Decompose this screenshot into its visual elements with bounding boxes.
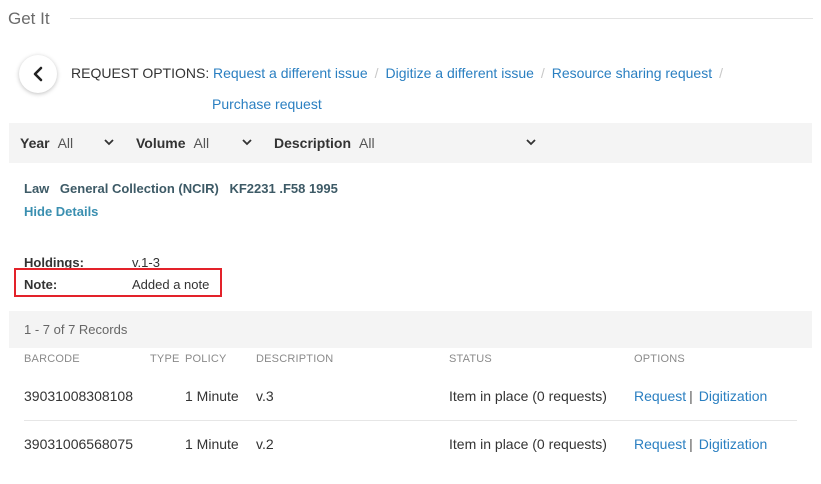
filter-bar: Year All Volume All Description All xyxy=(9,123,812,163)
table-row: 39031008308108 1 Minute v.3 Item in plac… xyxy=(9,388,797,436)
items-table: BARCODE TYPE POLICY DESCRIPTION STATUS O… xyxy=(9,348,812,467)
digitization-link[interactable]: Digitization xyxy=(699,388,767,404)
digitize-different-issue-link[interactable]: Digitize a different issue xyxy=(386,65,534,81)
separator: / xyxy=(374,65,379,81)
separator: / xyxy=(540,65,545,81)
description-filter-label: Description xyxy=(274,135,352,151)
col-header-policy: POLICY xyxy=(185,353,227,365)
status-cell: Item in place (0 requests) xyxy=(449,388,607,404)
description-cell: v.3 xyxy=(256,388,274,404)
row-divider xyxy=(24,420,797,421)
volume-filter-value: All xyxy=(193,135,210,151)
resource-sharing-request-link[interactable]: Resource sharing request xyxy=(552,65,712,81)
volume-filter-label: Volume xyxy=(136,135,186,151)
chevron-down-icon[interactable] xyxy=(525,136,537,148)
col-header-barcode: BARCODE xyxy=(24,353,80,365)
library-name: Law xyxy=(24,181,50,196)
title-divider xyxy=(70,18,813,19)
table-row: 39031006568075 1 Minute v.2 Item in plac… xyxy=(9,436,797,484)
separator: / xyxy=(719,65,723,81)
volume-filter[interactable]: Volume All xyxy=(136,123,209,163)
year-filter[interactable]: Year All xyxy=(20,123,73,163)
collection-name: General Collection (NCIR) xyxy=(59,181,219,196)
year-filter-label: Year xyxy=(20,135,50,151)
description-filter[interactable]: Description All xyxy=(274,123,375,163)
note-highlight-box xyxy=(14,268,222,297)
chevron-down-icon[interactable] xyxy=(241,136,253,148)
records-summary-bar: 1 - 7 of 7 Records xyxy=(9,311,812,348)
chevron-left-icon xyxy=(33,66,43,82)
barcode-link[interactable]: 39031006568075 xyxy=(24,436,133,452)
section-title: Get It xyxy=(8,9,50,28)
description-cell: v.2 xyxy=(256,436,274,452)
policy-cell: 1 Minute xyxy=(185,436,239,452)
col-header-description: DESCRIPTION xyxy=(256,353,334,365)
policy-cell: 1 Minute xyxy=(185,388,239,404)
year-filter-value: All xyxy=(57,135,74,151)
col-header-status: STATUS xyxy=(449,353,492,365)
request-options-links: Request a different issue / Digitize a dif… xyxy=(213,65,730,81)
barcode-link[interactable]: 39031008308108 xyxy=(24,388,133,404)
options-separator: | xyxy=(689,388,693,404)
status-cell: Item in place (0 requests) xyxy=(449,436,607,452)
col-header-type: TYPE xyxy=(150,353,180,365)
request-different-issue-link[interactable]: Request a different issue xyxy=(213,65,368,81)
call-number: KF2231 .F58 1995 xyxy=(229,181,338,196)
digitization-link[interactable]: Digitization xyxy=(699,436,767,452)
purchase-request-link[interactable]: Purchase request xyxy=(212,96,322,112)
options-separator: | xyxy=(689,436,693,452)
request-options-bar: REQUEST OPTIONS: Request a different iss… xyxy=(0,50,821,122)
chevron-down-icon[interactable] xyxy=(103,136,115,148)
request-link[interactable]: Request xyxy=(634,436,686,452)
records-count: 1 - 7 of 7 Records xyxy=(24,322,128,337)
request-options-label: REQUEST OPTIONS: xyxy=(71,65,210,81)
hide-details-link[interactable]: Hide Details xyxy=(24,204,98,219)
description-filter-value: All xyxy=(359,135,375,151)
location-line: Law General Collection (NCIR) KF2231 .F5… xyxy=(24,181,345,196)
col-header-options: OPTIONS xyxy=(634,353,685,365)
back-button[interactable] xyxy=(19,55,57,93)
request-link[interactable]: Request xyxy=(634,388,686,404)
